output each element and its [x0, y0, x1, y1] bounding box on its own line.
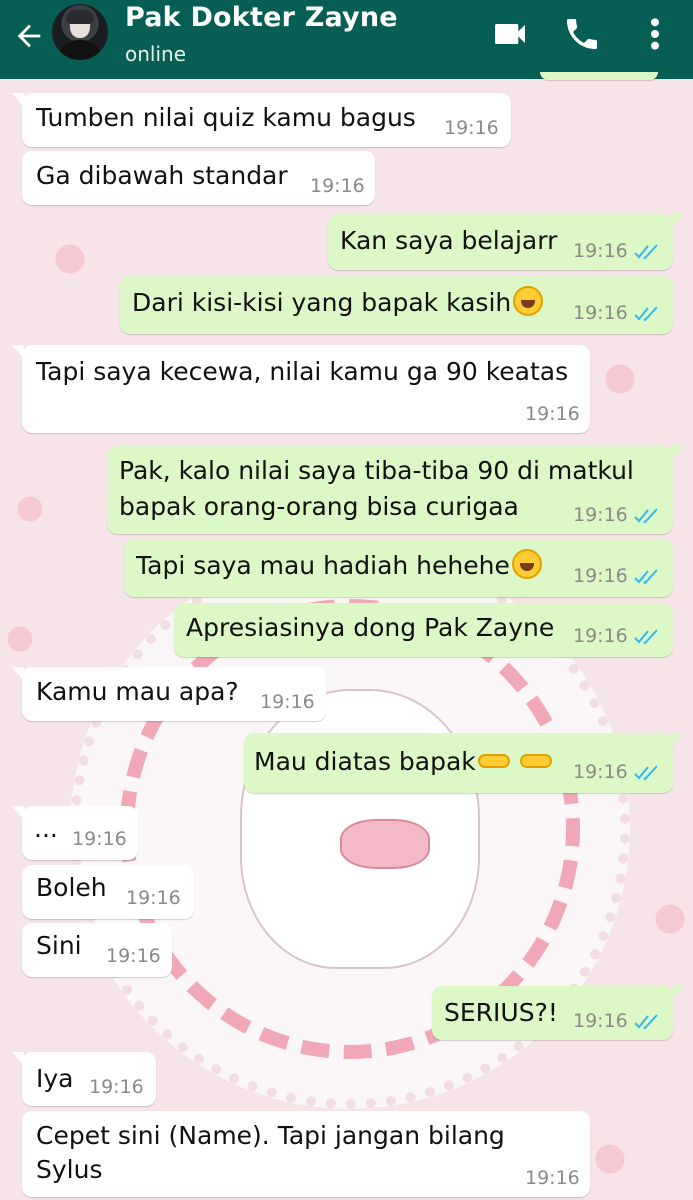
message-time: 19:16 [106, 945, 161, 967]
message-time: 19:16 [525, 1167, 580, 1189]
message-text: Ga dibawah standar [36, 161, 288, 190]
message-text: Dari kisi-kisi yang bapak kasih [132, 288, 512, 317]
message-incoming[interactable]: Cepet sini (Name). Tapi jangan bilang Sy… [22, 1111, 590, 1197]
message-time: 19:16 [89, 1076, 144, 1098]
message-text: Kan saya belajarr [340, 226, 558, 255]
message-time: 19:16 [444, 117, 499, 139]
phone-call-icon[interactable] [562, 14, 602, 54]
contact-status: online [125, 42, 187, 66]
message-text: Mau diatas bapak [254, 747, 476, 776]
message-time: 19:16 [310, 175, 365, 197]
contact-name[interactable]: Pak Dokter Zayne [125, 2, 398, 33]
read-ticks-icon [634, 244, 658, 260]
message-outgoing[interactable]: Tapi saya mau hadiah hehehe 19:16 [124, 539, 673, 597]
message-time: 19:16 [525, 403, 580, 425]
message-outgoing[interactable]: SERIUS?! 19:16 [432, 986, 683, 1040]
message-time: 19:16 [573, 302, 628, 324]
chat-header: Pak Dokter Zayne online [0, 0, 693, 79]
read-ticks-icon [634, 629, 658, 645]
message-text: Tapi saya kecewa, nilai kamu ga 90 keata… [36, 357, 569, 386]
message-time: 19:16 [573, 761, 628, 783]
message-text: Apresiasinya dong Pak Zayne [186, 613, 555, 642]
message-incoming[interactable]: Iya 19:16 [12, 1052, 156, 1106]
message-incoming[interactable]: Kamu mau apa? 19:16 [12, 667, 326, 721]
message-text-wrap: Tapi saya mau hadiah hehehe [136, 549, 542, 583]
message-text: Pak, kalo nilai saya tiba-tiba 90 di mat… [119, 456, 634, 485]
message-text-wrap: Mau diatas bapak [254, 745, 556, 779]
message-incoming[interactable]: Ga dibawah standar 19:16 [22, 151, 375, 205]
wallpaper-bow [340, 819, 430, 869]
message-time: 19:16 [573, 1010, 628, 1032]
message-text: ... [34, 814, 58, 843]
message-text: Kamu mau apa? [36, 677, 239, 706]
message-time: 19:16 [126, 887, 181, 909]
message-text: Boleh [36, 873, 107, 902]
message-text: Tumben nilai quiz kamu bagus [36, 103, 416, 132]
message-text-line2: bapak orang-orang bisa curigaa [119, 492, 519, 521]
message-incoming[interactable]: Sini 19:16 [22, 923, 172, 977]
message-outgoing[interactable]: Kan saya belajarr 19:16 [328, 214, 683, 270]
pointing-fingers-emoji [477, 750, 556, 772]
message-text: Sini [36, 931, 82, 960]
message-text: SERIUS?! [444, 998, 558, 1027]
read-ticks-icon [634, 508, 658, 524]
message-outgoing[interactable]: Pak, kalo nilai saya tiba-tiba 90 di mat… [107, 446, 683, 534]
avatar[interactable] [52, 4, 108, 60]
message-incoming[interactable]: ... 19:16 [12, 806, 138, 860]
message-incoming[interactable]: Boleh 19:16 [22, 865, 194, 919]
message-text: Cepet sini (Name). Tapi jangan bilang [36, 1121, 505, 1150]
message-outgoing[interactable]: Mau diatas bapak 19:16 [244, 733, 683, 793]
back-arrow-icon[interactable] [12, 19, 46, 53]
video-call-icon[interactable] [490, 14, 530, 54]
read-ticks-icon [634, 306, 658, 322]
message-incoming[interactable]: Tapi saya kecewa, nilai kamu ga 90 keata… [12, 345, 590, 433]
grinning-face-emoji [511, 549, 542, 579]
partial-message-bubble [540, 72, 658, 80]
message-incoming[interactable]: Tumben nilai quiz kamu bagus 19:16 [12, 93, 511, 147]
message-text-wrap: Dari kisi-kisi yang bapak kasih [132, 286, 544, 320]
read-ticks-icon [634, 765, 658, 781]
message-outgoing[interactable]: Apresiasinya dong Pak Zayne 19:16 [174, 603, 673, 657]
message-time: 19:16 [72, 828, 127, 850]
message-text: Tapi saya mau hadiah hehehe [136, 551, 510, 580]
read-ticks-icon [634, 569, 658, 585]
message-outgoing[interactable]: Dari kisi-kisi yang bapak kasih 19:16 [120, 276, 673, 334]
message-text: Iya [36, 1064, 74, 1093]
message-time: 19:16 [573, 625, 628, 647]
message-text-line2: Sylus [36, 1155, 103, 1184]
message-time: 19:16 [573, 240, 628, 262]
message-time: 19:16 [573, 504, 628, 526]
message-time: 19:16 [260, 691, 315, 713]
more-options-icon[interactable] [640, 14, 670, 54]
laughing-face-emoji [513, 286, 544, 316]
read-ticks-icon [634, 1014, 658, 1030]
message-time: 19:16 [573, 565, 628, 587]
